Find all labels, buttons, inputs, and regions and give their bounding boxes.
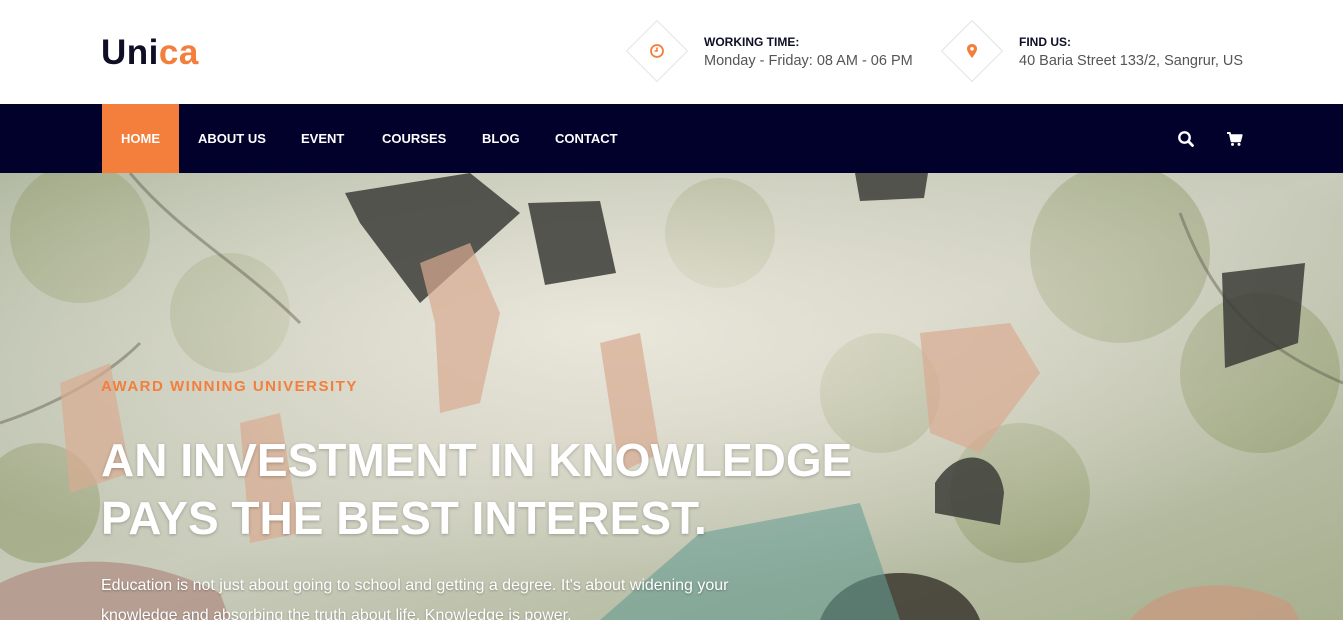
site-logo[interactable]: Unica: [101, 33, 199, 73]
hero-tagline: AWARD WINNING UNIVERSITY: [101, 378, 358, 395]
hero-title-line1: AN INVESTMENT IN KNOWLEDGE: [101, 434, 853, 486]
working-time-label: WORKING TIME:: [704, 35, 800, 49]
nav-item-courses[interactable]: COURSES: [382, 104, 446, 173]
working-time-value: Monday - Friday: 08 AM - 06 PM: [704, 53, 913, 69]
nav-item-event[interactable]: EVENT: [301, 104, 344, 173]
find-us-value: 40 Baria Street 133/2, Sangrur, US: [1019, 53, 1244, 69]
find-us-label: FIND US:: [1019, 35, 1071, 49]
hero-title: AN INVESTMENT IN KNOWLEDGE PAYS THE BEST…: [101, 431, 901, 547]
clock-icon: [650, 44, 664, 58]
hero-background-image: [0, 173, 1343, 620]
nav-item-home[interactable]: HOME: [102, 104, 179, 173]
logo-text-part1: Uni: [101, 33, 159, 72]
main-nav: HOME ABOUT US EVENT COURSES BLOG CONTACT: [0, 104, 1343, 173]
nav-item-blog[interactable]: BLOG: [482, 104, 520, 173]
hero-description: Education is not just about going to sch…: [101, 577, 729, 620]
map-pin-icon: [967, 44, 977, 58]
nav-item-about-us[interactable]: ABOUT US: [198, 104, 266, 173]
cart-icon[interactable]: [1225, 129, 1245, 149]
logo-text-part2: ca: [158, 33, 199, 72]
search-icon[interactable]: [1176, 129, 1196, 149]
hero-banner: AWARD WINNING UNIVERSITY AN INVESTMENT I…: [0, 173, 1343, 620]
nav-item-contact[interactable]: CONTACT: [555, 104, 618, 173]
hero-title-line2: PAYS THE BEST INTEREST.: [101, 492, 707, 544]
top-header: Unica WORKING TIME: Monday - Friday: 08 …: [0, 0, 1343, 104]
